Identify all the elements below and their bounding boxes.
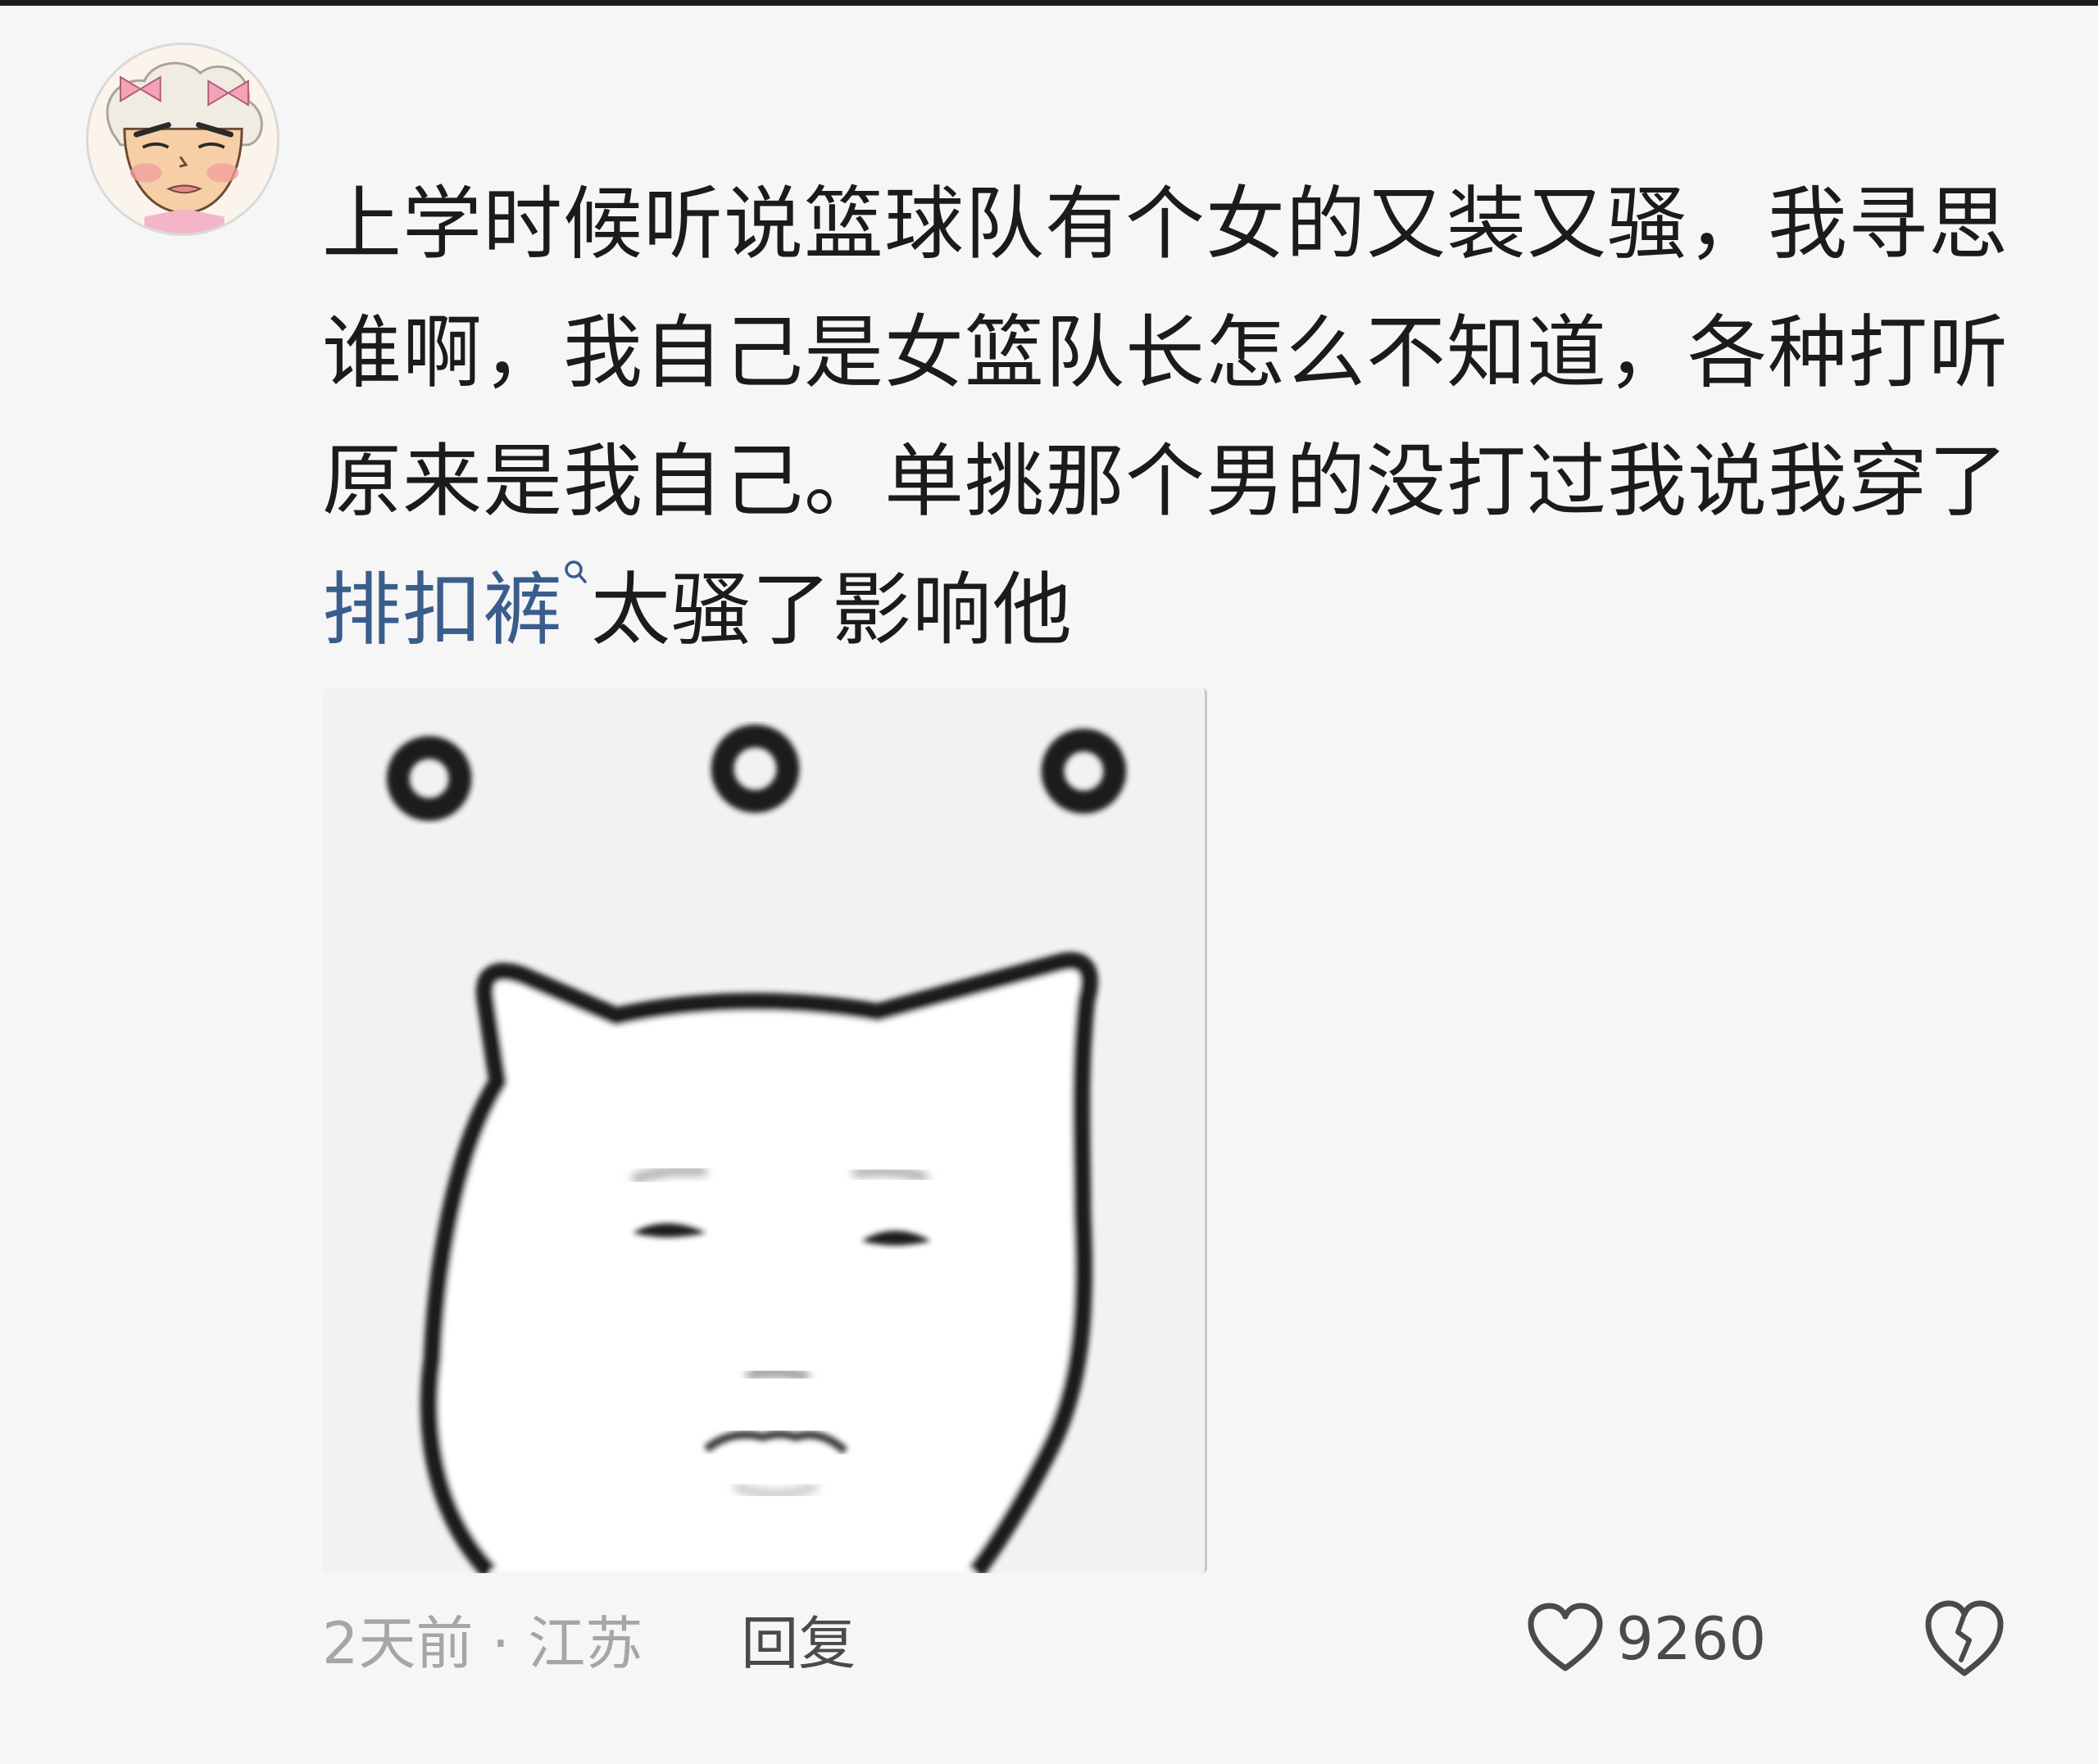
comment-line-4: 排扣裤 太骚了影响他: [322, 546, 1978, 674]
dislike-button[interactable]: [1922, 1596, 2007, 1681]
reply-button[interactable]: 回复: [741, 1598, 856, 1680]
like-button[interactable]: 9260: [1526, 1594, 1766, 1684]
avatar[interactable]: [86, 43, 279, 236]
broken-heart-icon: [1925, 1600, 2004, 1676]
timestamp-location: 2天前 · 江苏: [322, 1609, 643, 1677]
heart-icon: [1528, 1603, 1603, 1671]
top-divider: [0, 0, 2098, 6]
comment-line-2: 谁啊，我自己是女篮队长怎么不知道，各种打听: [322, 306, 2009, 399]
comment-body: 上学时候听说篮球队有个女的又装又骚，我寻思 谁啊，我自己是女篮队长怎么不知道，各…: [322, 160, 2009, 674]
comment-line-3: 原来是我自己。单挑那个男的没打过我说我穿了: [322, 435, 2009, 528]
search-link-text[interactable]: 排扣裤: [322, 564, 563, 656]
cat-face-meme-image: [322, 689, 1205, 1573]
cartoon-avatar-icon: [89, 45, 277, 234]
comment-tail-text: 太骚了影响他: [591, 564, 1073, 656]
search-link[interactable]: 排扣裤: [322, 560, 591, 656]
comment-image[interactable]: [322, 688, 1207, 1573]
like-count: 9260: [1616, 1604, 1767, 1673]
comment-line-1: 上学时候听说篮球队有个女的又装又骚，我寻思: [322, 178, 2009, 270]
search-icon: [565, 560, 587, 583]
comment-meta: 2天前 · 江苏 回复: [322, 1594, 856, 1684]
